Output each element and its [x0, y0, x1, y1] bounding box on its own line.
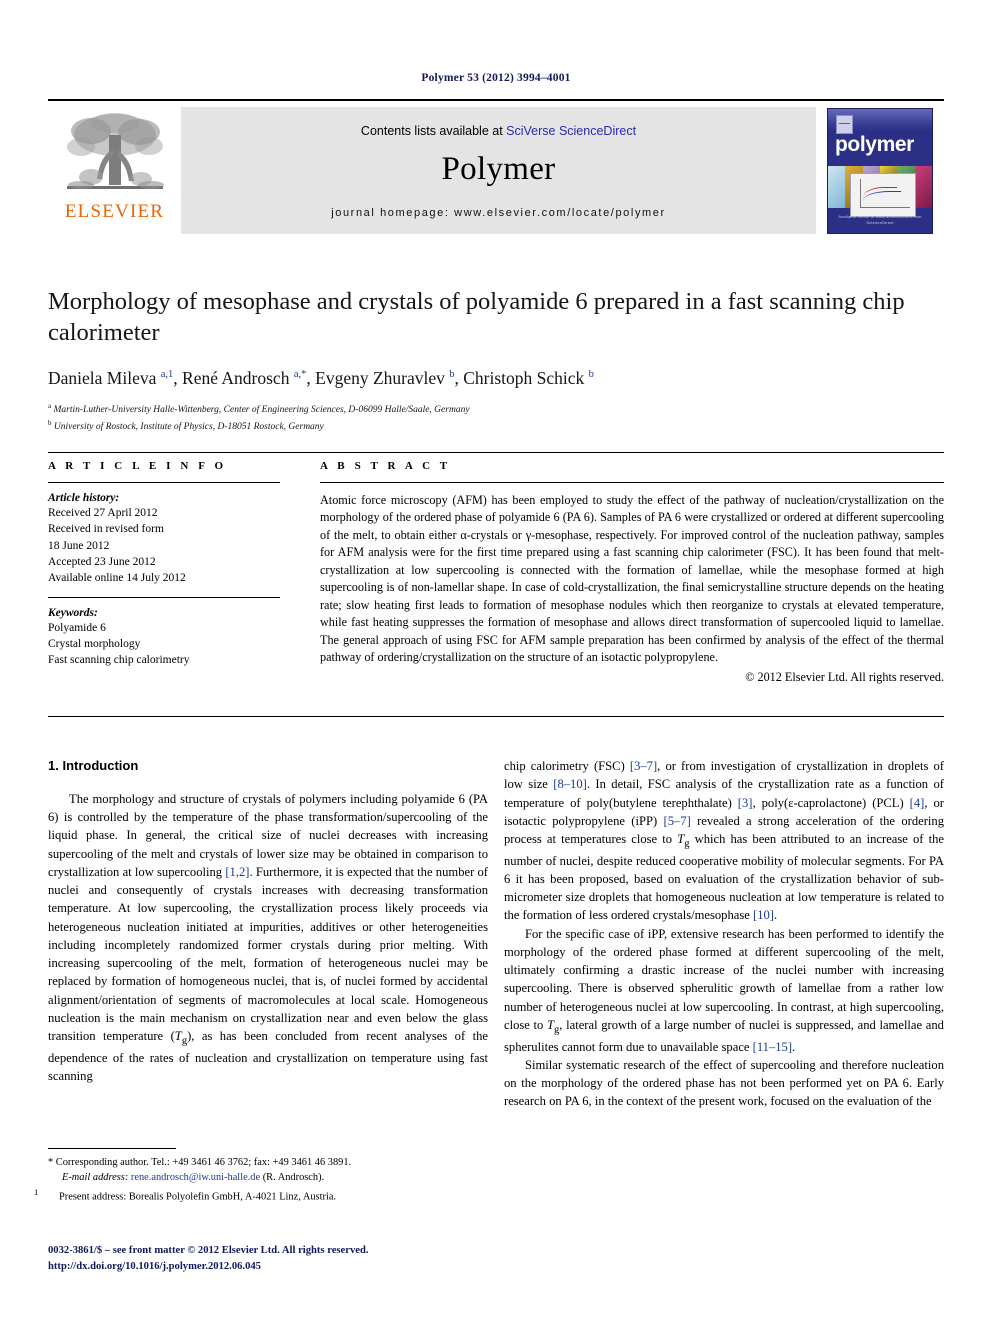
footnote-corresponding-author: * Corresponding author. Tel.: +49 3461 4…: [48, 1157, 352, 1168]
cover-footer-line-1: ScienceDirect: [866, 219, 894, 225]
footnote-email: E-mail address: rene.androsch@iw.uni-hal…: [48, 1171, 488, 1186]
article-info-rule: [48, 482, 280, 483]
paragraph: chip calorimetry (FSC) [3–7], or from in…: [504, 759, 944, 923]
sciencedirect-link[interactable]: SciVerse ScienceDirect: [506, 124, 636, 138]
footnote-marker: 1: [34, 1186, 59, 1205]
title-block: Morphology of mesophase and crystals of …: [48, 287, 944, 435]
issn-line: 0032-3861/$ – see front matter © 2012 El…: [48, 1245, 369, 1256]
contents-available-line: Contents lists available at SciVerse Sci…: [361, 124, 636, 138]
keyword-item: Polyamide 6: [48, 621, 106, 634]
body-column-right: chip calorimetry (FSC) [3–7], or from in…: [504, 757, 944, 1111]
article-history-label: Article history:: [48, 492, 120, 504]
body-column-left: 1. Introduction The morphology and struc…: [48, 757, 488, 1085]
affiliation-marker-b: b: [48, 418, 52, 427]
running-head: Polymer 53 (2012) 3994–4001: [421, 72, 571, 84]
cover-footer-line-2: Available online at www.sciencedirect.co…: [838, 213, 922, 219]
cover-inset-axes: [860, 178, 910, 208]
cover-footer: Available online at www.sciencedirect.co…: [828, 214, 932, 226]
journal-homepage-line[interactable]: journal homepage: www.elsevier.com/locat…: [331, 207, 666, 219]
affiliation-a: a Martin-Luther-University Halle-Wittenb…: [48, 401, 944, 418]
footnote-present-address-text: Present address: Borealis Polyolefin Gmb…: [59, 1191, 337, 1203]
affiliation-b: b University of Rostock, Institute of Ph…: [48, 418, 944, 435]
imprint: 0032-3861/$ – see front matter © 2012 El…: [48, 1243, 548, 1275]
cover-title: polymer: [835, 132, 914, 156]
paragraph: For the specific case of iPP, extensive …: [504, 926, 944, 1054]
paragraph: The morphology and structure of crystals…: [48, 791, 488, 1084]
paragraph: Similar systematic research of the effec…: [504, 1057, 944, 1109]
affiliations: a Martin-Luther-University Halle-Wittenb…: [48, 401, 944, 435]
cover-inset-figure: [850, 172, 916, 217]
abstract-copyright: © 2012 Elsevier Ltd. All rights reserved…: [745, 670, 944, 685]
journal-title: Polymer: [441, 151, 556, 187]
footnotes: * Corresponding author. Tel.: +49 3461 4…: [34, 1148, 488, 1205]
header-top-rule: [48, 99, 944, 101]
article-history-item: 18 June 2012: [48, 539, 110, 552]
affiliation-marker-a: a: [48, 402, 52, 410]
page-title: Morphology of mesophase and crystals of …: [48, 288, 905, 346]
cover-emblem-icon: [836, 114, 853, 134]
abstract-text: Atomic force microscopy (AFM) has been e…: [320, 493, 944, 664]
abstract-column: A B S T R A C T Atomic force microscopy …: [320, 460, 944, 685]
info-block-bottom-rule: [48, 716, 944, 717]
keywords-label: Keywords:: [48, 606, 98, 619]
footnote-email-label: E-mail address:: [62, 1171, 129, 1183]
affiliation-a-text: Martin-Luther-University Halle-Wittenber…: [53, 405, 470, 416]
section-title-introduction: 1. Introduction: [48, 758, 139, 773]
keywords-rule: [48, 596, 280, 598]
article-history-item: Received 27 April 2012: [48, 507, 158, 519]
author-list: Daniela Mileva a,1, René Androsch a,*, E…: [48, 368, 594, 389]
journal-cover-block: polymer Available online at www.scienced…: [816, 107, 944, 234]
doi-link[interactable]: http://dx.doi.org/10.1016/j.polymer.2012…: [48, 1259, 548, 1275]
abstract-rule: [320, 482, 944, 483]
article-history-item: Received in revised form: [48, 523, 164, 536]
journal-band: Contents lists available at SciVerse Sci…: [181, 107, 816, 234]
elsevier-tree-icon: [66, 113, 164, 189]
article-history-item: Accepted 23 June 2012: [48, 555, 156, 568]
article-history-item: Available online 14 July 2012: [48, 572, 186, 585]
keyword-item: Fast scanning chip calorimetry: [48, 654, 190, 667]
article-info-heading: A R T I C L E I N F O: [48, 460, 227, 472]
elsevier-wordmark: ELSEVIER: [64, 201, 165, 222]
footnote-rule: [48, 1148, 176, 1149]
elsevier-logo: ELSEVIER: [48, 107, 181, 234]
keyword-item: Crystal morphology: [48, 637, 141, 650]
abstract-heading: A B S T R A C T: [320, 460, 451, 472]
contents-prefix: Contents lists available at: [360, 124, 507, 138]
article-info-column: A R T I C L E I N F O Article history: R…: [48, 460, 280, 669]
footnote-email-link[interactable]: rene.androsch@iw.uni-halle.de: [131, 1172, 260, 1183]
journal-cover-thumbnail[interactable]: polymer Available online at www.scienced…: [827, 107, 933, 234]
footnote-present-address: 1 Present address: Borealis Polyolefin Gm…: [34, 1186, 488, 1205]
footnote-marker-number: 1: [34, 1186, 39, 1197]
info-block-top-rule: [48, 452, 944, 453]
affiliation-b-text: University of Rostock, Institute of Phys…: [53, 422, 324, 433]
paper-page: Polymer 53 (2012) 3994–4001 ELSEVIER Con…: [0, 0, 992, 1323]
footnote-email-suffix: (R. Androsch).: [262, 1171, 325, 1183]
journal-header: ELSEVIER Contents lists available at Sci…: [48, 99, 944, 234]
